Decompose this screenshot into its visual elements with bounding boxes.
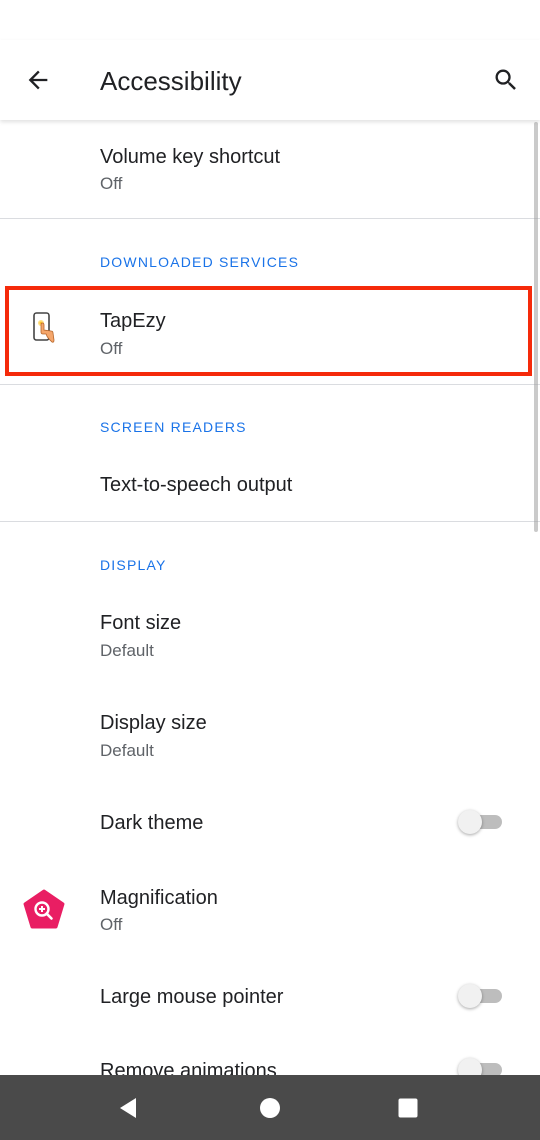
search-icon bbox=[495, 69, 516, 90]
item-label: Large mouse pointer bbox=[100, 986, 284, 1008]
phone-tap-icon bbox=[22, 308, 66, 352]
dark-theme-toggle[interactable] bbox=[458, 808, 504, 836]
scrollbar[interactable] bbox=[534, 122, 538, 532]
item-label: Display size bbox=[100, 712, 207, 734]
item-label: Text-to-speech output bbox=[100, 474, 293, 496]
nav-back-button[interactable] bbox=[106, 1085, 152, 1131]
nav-recents-button[interactable] bbox=[385, 1085, 431, 1131]
dark-theme-item[interactable]: Dark theme bbox=[0, 788, 540, 860]
back-button[interactable] bbox=[14, 56, 62, 104]
divider bbox=[0, 384, 540, 385]
remove-animations-item[interactable]: Remove animations bbox=[0, 1038, 540, 1075]
item-label: TapEzy bbox=[100, 310, 166, 332]
nav-home-button[interactable] bbox=[247, 1085, 293, 1131]
remove-animations-toggle[interactable] bbox=[458, 1056, 504, 1075]
toggle-thumb bbox=[458, 1058, 482, 1075]
page-title: Accessibility bbox=[100, 66, 242, 96]
toggle-thumb bbox=[458, 810, 482, 834]
item-label: Font size bbox=[100, 612, 182, 634]
toggle-thumb bbox=[458, 984, 482, 1008]
item-summary: Off bbox=[100, 339, 123, 358]
nav-back-icon bbox=[120, 1098, 136, 1118]
nav-recents-icon bbox=[398, 1098, 418, 1118]
navigation-bar bbox=[0, 1075, 540, 1140]
section-header-display: DISPLAY bbox=[100, 557, 167, 573]
item-label: Dark theme bbox=[100, 812, 204, 834]
large-mouse-pointer-toggle[interactable] bbox=[458, 982, 504, 1010]
app-bar: Accessibility bbox=[0, 40, 540, 120]
tapezy-item[interactable]: TapEzy Off bbox=[0, 286, 540, 384]
item-label: Magnification bbox=[100, 887, 218, 909]
nav-home-icon bbox=[260, 1098, 280, 1118]
item-summary: Default bbox=[100, 741, 154, 760]
item-label: Volume key shortcut bbox=[100, 146, 281, 168]
item-label: Remove animations bbox=[100, 1060, 277, 1075]
section-header-downloaded-services: DOWNLOADED SERVICES bbox=[100, 254, 300, 270]
text-to-speech-output-item[interactable]: Text-to-speech output bbox=[0, 450, 540, 520]
volume-key-shortcut-item[interactable]: Volume key shortcut Off bbox=[0, 120, 540, 218]
magnification-icon bbox=[22, 888, 66, 932]
display-size-item[interactable]: Display size Default bbox=[0, 688, 540, 784]
item-summary: Default bbox=[100, 641, 154, 660]
item-summary: Off bbox=[100, 915, 123, 934]
divider bbox=[0, 521, 540, 522]
search-button[interactable] bbox=[482, 56, 530, 104]
status-bar bbox=[0, 0, 540, 40]
arrow-left-icon bbox=[28, 70, 48, 90]
divider bbox=[0, 218, 540, 219]
magnification-item[interactable]: Magnification Off bbox=[0, 864, 540, 960]
item-summary: Off bbox=[100, 174, 123, 193]
settings-list: Volume key shortcut Off DOWNLOADED SERVI… bbox=[0, 120, 540, 1075]
font-size-item[interactable]: Font size Default bbox=[0, 588, 540, 684]
accessibility-screen: Accessibility Volume key shortcut Off DO… bbox=[0, 0, 540, 1140]
large-mouse-pointer-item[interactable]: Large mouse pointer bbox=[0, 964, 540, 1036]
section-header-screen-readers: SCREEN READERS bbox=[100, 419, 247, 435]
